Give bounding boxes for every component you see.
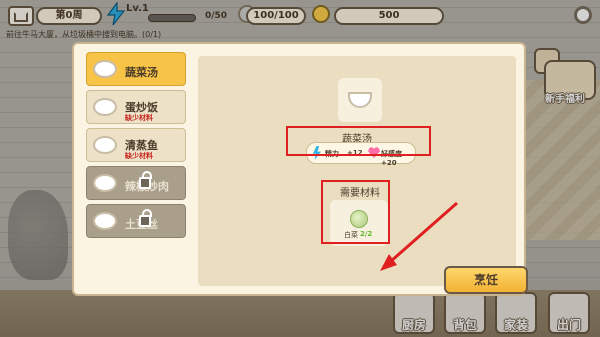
highlight-box-effects [286,126,431,156]
recipe-item-locked[interactable]: 辣椒炒肉 [86,166,186,200]
recipe-item[interactable]: 清蒸鱼 缺少材料 [86,128,186,162]
fish-dish-icon [93,136,117,154]
dish-icon [93,174,117,192]
recipe-item-locked[interactable]: 土豆丝 [86,204,186,238]
dish-icon [93,212,117,230]
recipe-name: 蔬菜汤 [125,66,158,79]
cooking-modal: 蔬菜汤 蛋炒饭 缺少材料 清蒸鱼 缺少材料 辣椒炒肉 土豆丝 蔬菜汤 [72,42,528,296]
lock-icon [139,171,152,189]
plate-icon [93,98,117,116]
dish-preview [338,78,382,122]
missing-materials-label: 缺少材料 [125,114,153,122]
bowl-icon [348,92,372,108]
recipe-item[interactable]: 蔬菜汤 [86,52,186,86]
missing-materials-label: 缺少材料 [125,152,153,160]
recipe-detail-panel: 蔬菜汤 精力 +12 好感度+20 需要材料 白菜 2/2 烹饪 [198,56,528,294]
recipe-item[interactable]: 蛋炒饭 缺少材料 [86,90,186,124]
cook-button[interactable]: 烹饪 [444,266,528,294]
lock-icon [139,209,152,227]
bowl-icon [93,60,117,78]
highlight-box-material [321,180,390,244]
